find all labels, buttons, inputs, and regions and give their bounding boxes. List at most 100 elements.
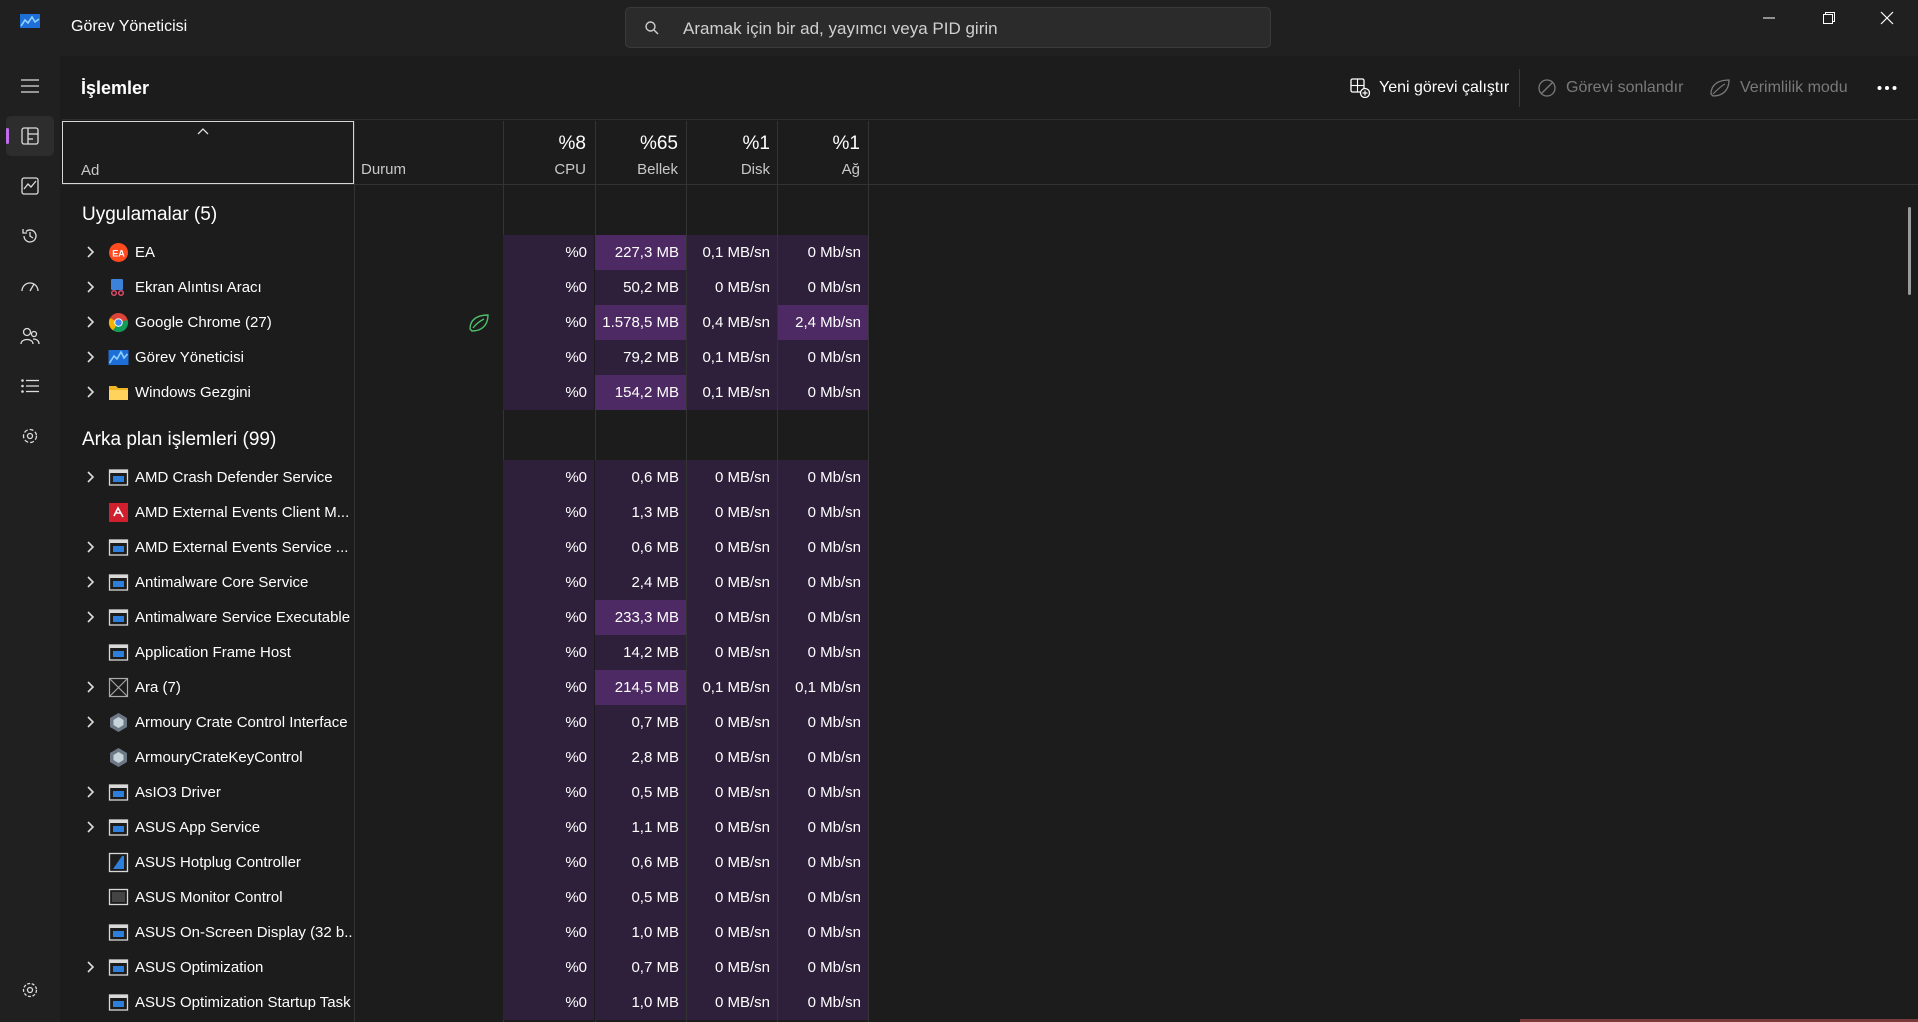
- processes-icon: [21, 127, 39, 145]
- process-row[interactable]: Antimalware Core Service %0 2,4 MB 0 MB/sn 0…: [62, 565, 868, 600]
- process-row[interactable]: Application Frame Host %0 14,2 MB 0 MB/sn 0 …: [62, 635, 868, 670]
- header-top-divider: [62, 119, 1918, 120]
- minimize-icon: [1763, 17, 1775, 19]
- expand-chevron-icon[interactable]: [84, 350, 98, 364]
- amd-icon: [109, 503, 128, 522]
- chrome-icon: [108, 313, 129, 333]
- process-name: AMD External Events Client M...: [135, 504, 350, 521]
- process-row[interactable]: Ekran Alıntısı Aracı %0 50,2 MB 0 MB/sn 0 Mb…: [62, 270, 868, 305]
- vertical-scrollbar[interactable]: [1908, 207, 1911, 295]
- expand-chevron-icon[interactable]: [84, 575, 98, 589]
- expand-chevron-icon[interactable]: [84, 715, 98, 729]
- nav-startup-apps[interactable]: [6, 266, 54, 306]
- disk-cell: 0,1 MB/sn: [687, 340, 777, 375]
- expand-chevron-icon[interactable]: [84, 385, 98, 399]
- asus-hotplug-icon: [108, 852, 129, 873]
- memory-cell: 214,5 MB: [595, 670, 686, 705]
- end-task-label: Görevi sonlandır: [1566, 79, 1684, 96]
- efficiency-mode-leaf-icon: [469, 314, 489, 332]
- search-box[interactable]: Aramak için bir ad, yayımcı veya PID gir…: [625, 7, 1271, 48]
- column-header-status[interactable]: Durum: [361, 161, 406, 178]
- nav-processes[interactable]: [6, 116, 54, 156]
- network-cell: 0 Mb/sn: [778, 270, 868, 305]
- group-header[interactable]: Arka plan işlemleri (99): [82, 429, 276, 451]
- end-task-button[interactable]: Görevi sonlandır: [1537, 76, 1683, 100]
- task-manager-icon: [108, 350, 129, 365]
- disk-cell: 0 MB/sn: [687, 495, 777, 530]
- disk-label: Disk: [740, 161, 770, 178]
- page-title: İşlemler: [81, 78, 150, 98]
- end-task-icon: [1538, 79, 1556, 97]
- process-row[interactable]: ASUS Optimization %0 0,7 MB 0 MB/sn 0 Mb/sn: [62, 950, 868, 985]
- expand-chevron-icon[interactable]: [84, 470, 98, 484]
- cpu-cell: %0: [503, 270, 594, 305]
- command-separator: [1519, 69, 1520, 107]
- performance-icon: [21, 177, 39, 195]
- memory-cell: 0,6 MB: [595, 845, 686, 880]
- expand-chevron-icon[interactable]: [84, 680, 98, 694]
- nav-users[interactable]: [6, 316, 54, 356]
- group-header[interactable]: Uygulamalar (5): [82, 204, 217, 226]
- column-divider: [868, 121, 869, 1022]
- minimize-button[interactable]: [1740, 0, 1798, 36]
- memory-cell: 1,0 MB: [595, 915, 686, 950]
- svg-text:EA: EA: [112, 249, 125, 259]
- process-row[interactable]: AMD External Events Service ... %0 0,6 MB 0…: [62, 530, 868, 565]
- task-manager-app-icon: [20, 14, 40, 28]
- process-row[interactable]: AsIO3 Driver %0 0,5 MB 0 MB/sn 0 Mb/sn: [62, 775, 868, 810]
- cpu-cell: %0: [503, 670, 594, 705]
- network-cell: 0 Mb/sn: [778, 880, 868, 915]
- column-header-name[interactable]: Ad: [62, 121, 354, 184]
- process-row[interactable]: Google Chrome (27) %0 1.578,5 MB 0,4 MB/sn 2…: [62, 305, 868, 340]
- process-row[interactable]: AMD External Events Client M... %0 1,3 MB 0…: [62, 495, 868, 530]
- process-row[interactable]: Antimalware Service Executable %0 233,3 MB…: [62, 600, 868, 635]
- column-label-name: Ad: [81, 162, 100, 179]
- expand-chevron-icon[interactable]: [84, 610, 98, 624]
- network-cell: 0 Mb/sn: [778, 565, 868, 600]
- service-icon: [108, 574, 129, 591]
- restore-button[interactable]: [1800, 0, 1858, 36]
- app-history-icon: [22, 229, 37, 243]
- close-button[interactable]: [1858, 0, 1916, 36]
- expand-chevron-icon[interactable]: [84, 785, 98, 799]
- process-row[interactable]: Ara (7) %0 214,5 MB 0,1 MB/sn 0,1 Mb/sn: [62, 670, 868, 705]
- more-options-button[interactable]: [1877, 76, 1897, 100]
- process-row[interactable]: ASUS Monitor Control %0 0,5 MB 0 MB/sn 0 Mb/…: [62, 880, 868, 915]
- nav-app-history[interactable]: [6, 216, 54, 256]
- memory-cell: 14,2 MB: [595, 635, 686, 670]
- cpu-total: %8: [558, 133, 586, 154]
- process-row[interactable]: ASUS Hotplug Controller %0 0,6 MB 0 MB/sn 0 …: [62, 845, 868, 880]
- expand-chevron-icon[interactable]: [84, 315, 98, 329]
- cpu-cell: %0: [503, 235, 594, 270]
- process-name: Application Frame Host: [135, 644, 291, 661]
- run-new-task-button[interactable]: Yeni görevi çalıştır: [1350, 76, 1509, 100]
- process-row[interactable]: ArmouryCrateKeyControl %0 2,8 MB 0 MB/sn 0 M…: [62, 740, 868, 775]
- expand-chevron-icon[interactable]: [84, 280, 98, 294]
- expand-chevron-icon[interactable]: [84, 245, 98, 259]
- process-row[interactable]: ASUS On-Screen Display (32 b... %0 1,0 MB 0…: [62, 915, 868, 950]
- nav-performance[interactable]: [6, 166, 54, 206]
- search-input[interactable]: Aramak için bir ad, yayımcı veya PID gir…: [683, 19, 998, 39]
- process-row[interactable]: Windows Gezgini %0 154,2 MB 0,1 MB/sn 0 Mb/s…: [62, 375, 868, 410]
- expand-chevron-icon[interactable]: [84, 540, 98, 554]
- efficiency-mode-button[interactable]: Verimlilik modu: [1709, 76, 1848, 100]
- service-icon: [108, 924, 129, 941]
- process-row[interactable]: EA EA %0 227,3 MB 0,1 MB/sn 0 Mb/sn: [62, 235, 868, 270]
- nav-settings[interactable]: [6, 970, 54, 1010]
- process-row[interactable]: ASUS App Service %0 1,1 MB 0 MB/sn 0 Mb/sn: [62, 810, 868, 845]
- disk-cell: 0,4 MB/sn: [687, 305, 777, 340]
- nav-details[interactable]: [6, 366, 54, 406]
- cpu-cell: %0: [503, 495, 594, 530]
- process-row[interactable]: AMD Crash Defender Service %0 0,6 MB 0 MB/s…: [62, 460, 868, 495]
- expand-chevron-icon[interactable]: [84, 820, 98, 834]
- expand-chevron-icon[interactable]: [84, 960, 98, 974]
- service-icon: [108, 959, 129, 976]
- hamburger-menu-button[interactable]: [6, 66, 54, 106]
- process-row[interactable]: Armoury Crate Control Interface %0 0,7 MB 0…: [62, 705, 868, 740]
- cpu-cell: %0: [503, 775, 594, 810]
- memory-label: Bellek: [637, 161, 678, 178]
- process-row[interactable]: ASUS Optimization Startup Task %0 1,0 MB 0 …: [62, 985, 868, 1020]
- cpu-cell: %0: [503, 635, 594, 670]
- nav-services[interactable]: [6, 416, 54, 456]
- process-row[interactable]: Görev Yöneticisi %0 79,2 MB 0,1 MB/sn 0 Mb/s…: [62, 340, 868, 375]
